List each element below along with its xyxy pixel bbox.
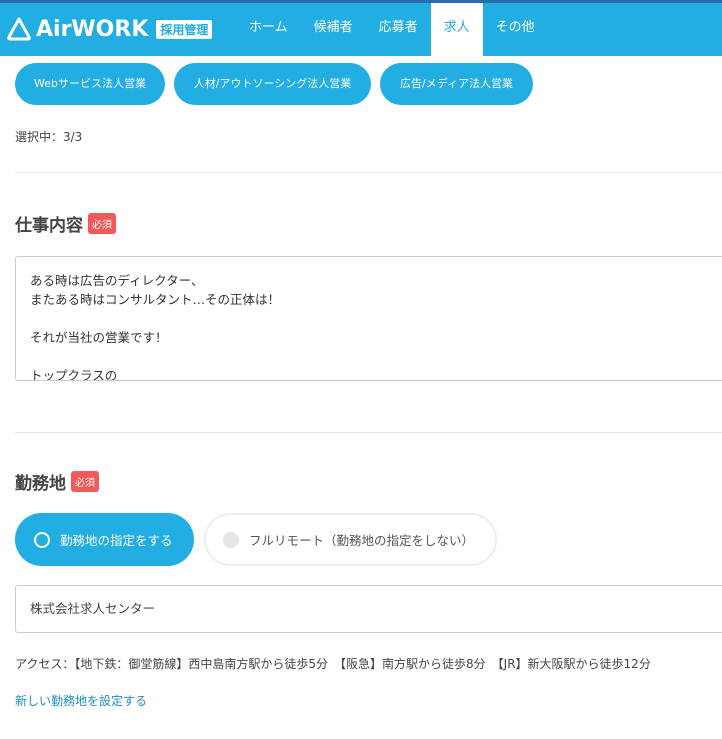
job-description-heading: 仕事内容 必須 [15, 211, 116, 236]
radio-specify-location[interactable]: 勤務地の指定をする [15, 513, 194, 566]
job-type-chip[interactable]: 人材/アウトソーシング法人営業 [174, 63, 371, 105]
divider [15, 172, 722, 173]
location-heading: 勤務地 必須 [15, 469, 99, 494]
brand-tag: 採用管理 [156, 19, 213, 39]
required-badge: 必須 [88, 213, 116, 234]
divider [15, 432, 722, 433]
section-title: 勤務地 [15, 474, 66, 494]
radio-icon [223, 531, 239, 548]
nav-home[interactable]: ホーム [236, 3, 301, 56]
airwork-logo-icon [7, 17, 31, 41]
new-location-link[interactable]: 新しい勤務地を設定する [15, 692, 147, 709]
nav-jobs[interactable]: 求人 [430, 3, 483, 56]
required-badge: 必須 [71, 471, 99, 492]
brand-name: AirWORK [36, 16, 149, 42]
radio-full-remote[interactable]: フルリモート（勤務地の指定をしない） [204, 513, 497, 566]
nav-other[interactable]: その他 [483, 3, 548, 56]
section-title: 仕事内容 [15, 216, 83, 236]
access-info: アクセス：【地下鉄：御堂筋線】西中島南方駅から徒歩5分 【阪急】南方駅から徒歩8… [15, 657, 651, 671]
header: AirWORK 採用管理 ホーム 候補者 応募者 求人 その他 [0, 3, 722, 56]
main-nav: ホーム 候補者 応募者 求人 その他 [236, 3, 548, 56]
selected-count: 選択中：3/3 [15, 130, 83, 144]
job-type-chip[interactable]: 広告/メディア法人営業 [380, 63, 533, 105]
radio-icon [34, 531, 50, 548]
radio-label: 勤務地の指定をする [60, 533, 173, 548]
logo[interactable]: AirWORK 採用管理 [6, 16, 213, 42]
nav-candidates[interactable]: 候補者 [301, 3, 366, 56]
nav-applicants[interactable]: 応募者 [366, 3, 431, 56]
location-input[interactable]: 株式会社求人センター [15, 585, 722, 633]
job-description-textarea[interactable]: ある時は広告のディレクター、 またある時はコンサルタント…その正体は！ それが当… [15, 256, 722, 381]
radio-label: フルリモート（勤務地の指定をしない） [249, 533, 475, 548]
job-type-chip[interactable]: Webサービス法人営業 [15, 63, 165, 105]
